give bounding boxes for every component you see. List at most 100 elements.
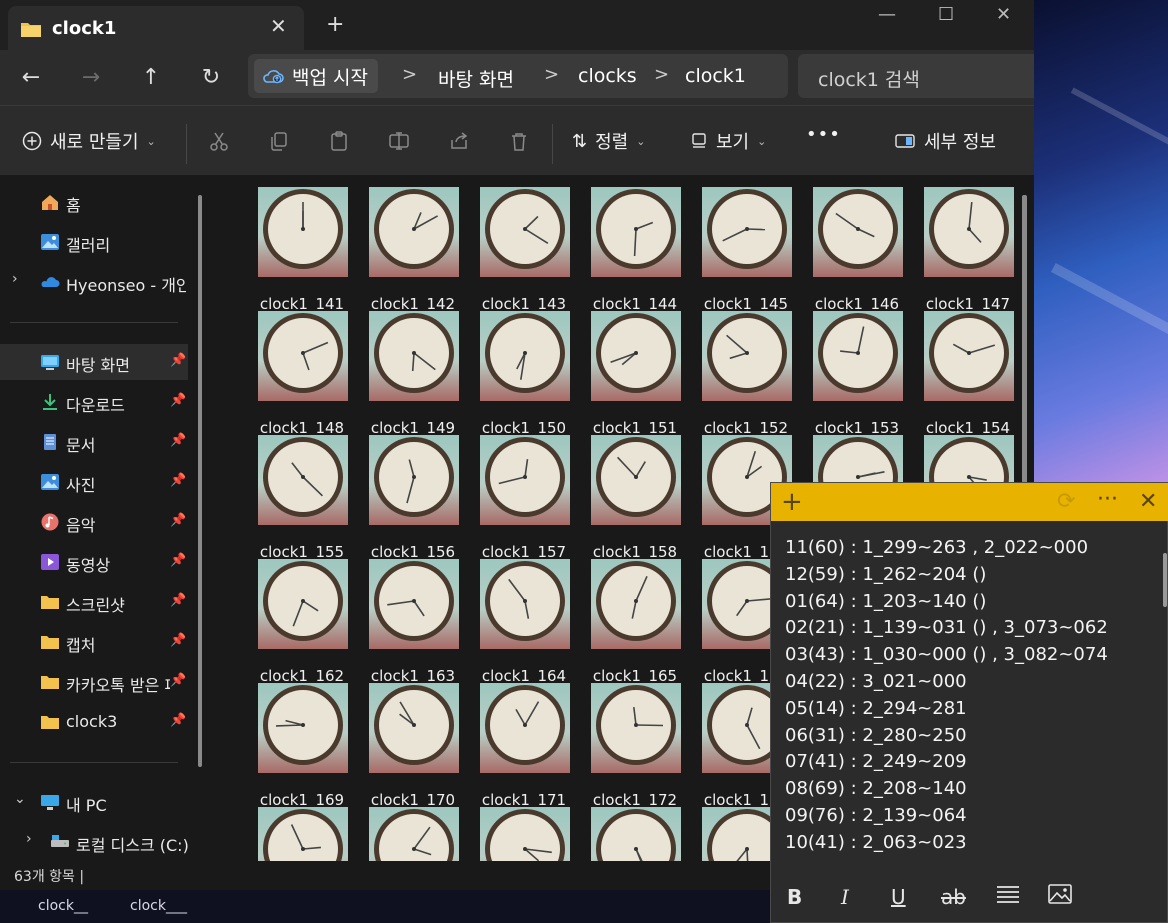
file-item[interactable]: clock1_170 [351, 683, 461, 809]
search-box[interactable]: clock1 검색 [798, 54, 1034, 98]
sticky-note-text[interactable]: 11(60) : 1_299~263 , 2_022~000 12(59) : 1… [785, 537, 1155, 859]
pin-icon[interactable]: 📌 [170, 633, 186, 648]
sidebar-item-documents[interactable]: 문서 📌 [0, 424, 188, 460]
sidebar-item-captures[interactable]: 캡처 📌 [0, 624, 188, 660]
pin-icon[interactable]: 📌 [170, 433, 186, 448]
file-item[interactable] [462, 807, 572, 861]
address-bar[interactable]: 백업 시작 > 바탕 화면 > clocks > clock1 [248, 54, 788, 98]
file-item[interactable]: clock1_144 [573, 187, 683, 313]
file-item[interactable]: clock1_163 [351, 559, 461, 685]
sidebar-item-gallery[interactable]: 갤러리 [0, 224, 188, 260]
file-item[interactable] [351, 807, 461, 861]
sidebar-item-home[interactable]: 홈 [0, 184, 188, 220]
sidebar-item-kakaotalk[interactable]: 카카오톡 받은 파일 📌 [0, 664, 188, 700]
sidebar-item-desktop[interactable]: 바탕 화면 📌 [0, 344, 188, 380]
sidebar-item-screenshots[interactable]: 스크린샷 📌 [0, 584, 188, 620]
share-icon[interactable] [446, 128, 472, 154]
file-item[interactable]: clock1_171 [462, 683, 572, 809]
file-item[interactable]: clock1_148 [240, 311, 350, 437]
bullet-list-icon[interactable] [995, 883, 1021, 910]
insert-image-icon[interactable] [1047, 883, 1073, 910]
add-note-icon[interactable]: + [781, 487, 803, 517]
cut-icon[interactable] [206, 128, 232, 154]
file-item[interactable]: clock1_169 [240, 683, 350, 809]
file-item[interactable]: clock1_172 [573, 683, 683, 809]
strikethrough-button[interactable]: ab [941, 885, 966, 909]
sidebar-item-music[interactable]: 음악 📌 [0, 504, 188, 540]
taskbar-item[interactable]: clock___ [130, 898, 187, 914]
view-button[interactable]: 보기 ⌄ [690, 128, 766, 154]
details-pane-button[interactable]: 세부 정보 [894, 128, 996, 154]
sidebar-item-clock3[interactable]: clock3 📌 [0, 704, 188, 740]
file-item[interactable]: clock1_147 [906, 187, 1016, 313]
breadcrumb-item-clock1[interactable]: clock1 [685, 65, 746, 87]
more-options-button[interactable]: ••• [806, 124, 841, 145]
file-item[interactable]: clock1_149 [351, 311, 461, 437]
file-item[interactable]: clock1_153 [795, 311, 905, 437]
file-item[interactable]: clock1_150 [462, 311, 572, 437]
file-item[interactable]: clock1_142 [351, 187, 461, 313]
sticky-note-scrollbar[interactable] [1163, 553, 1167, 607]
up-button[interactable]: ↑ [136, 62, 166, 92]
breadcrumb-item-backup[interactable]: 백업 시작 [254, 59, 378, 93]
sidebar-item-this-pc[interactable]: ⌄ 내 PC [0, 784, 188, 820]
file-item[interactable]: clock1_145 [684, 187, 794, 313]
pin-icon[interactable]: 📌 [170, 553, 186, 568]
taskbar-item[interactable]: clock__ [38, 898, 88, 914]
chevron-right-icon[interactable]: › [26, 831, 32, 847]
file-item[interactable] [573, 807, 683, 861]
file-item[interactable]: clock1_157 [462, 435, 572, 561]
sort-button[interactable]: ⇅ 정렬 ⌄ [572, 128, 645, 154]
file-item[interactable]: clock1_151 [573, 311, 683, 437]
sidebar-item-local-disk[interactable]: › 로컬 디스크 (C:) [14, 824, 214, 860]
italic-button[interactable]: I [841, 885, 849, 909]
paste-icon[interactable] [326, 128, 352, 154]
new-tab-button[interactable]: + [326, 12, 344, 37]
file-item[interactable]: clock1_165 [573, 559, 683, 685]
back-button[interactable]: ← [16, 62, 46, 92]
minimize-button[interactable]: — [878, 4, 896, 25]
file-item[interactable]: clock1_154 [906, 311, 1016, 437]
sidebar-scrollbar[interactable] [198, 195, 202, 767]
tab-clock1[interactable]: clock1 ✕ [8, 6, 304, 50]
file-item[interactable]: clock1_164 [462, 559, 572, 685]
file-item[interactable]: clock1_162 [240, 559, 350, 685]
bold-button[interactable]: B [787, 885, 802, 909]
forward-button[interactable]: → [76, 62, 106, 92]
sidebar-item-pictures[interactable]: 사진 📌 [0, 464, 188, 500]
pin-icon[interactable]: 📌 [170, 673, 186, 688]
copy-icon[interactable] [266, 128, 292, 154]
rename-icon[interactable] [386, 128, 412, 154]
pin-icon[interactable]: 📌 [170, 513, 186, 528]
file-item[interactable] [240, 807, 350, 861]
sidebar-item-videos[interactable]: 동영상 📌 [0, 544, 188, 580]
refresh-button[interactable]: ↻ [196, 62, 226, 92]
new-button[interactable]: 새로 만들기 ⌄ [22, 128, 156, 154]
pin-icon[interactable]: 📌 [170, 593, 186, 608]
maximize-button[interactable]: ☐ [938, 4, 954, 25]
pin-icon[interactable]: 📌 [170, 713, 186, 728]
underline-button[interactable]: U [891, 885, 906, 909]
pin-icon[interactable]: 📌 [170, 353, 186, 368]
file-item[interactable]: clock1_146 [795, 187, 905, 313]
file-item[interactable]: clock1_158 [573, 435, 683, 561]
chevron-right-icon[interactable]: › [12, 271, 18, 287]
file-item[interactable]: clock1_141 [240, 187, 350, 313]
sidebar-item-onedrive[interactable]: › Hyeonseo - 개인 [0, 264, 188, 300]
delete-icon[interactable] [506, 128, 532, 154]
close-tab-icon[interactable]: ✕ [270, 14, 287, 38]
pin-icon[interactable]: 📌 [170, 393, 186, 408]
sync-icon[interactable]: ⟳ [1057, 489, 1075, 514]
sidebar-item-downloads[interactable]: 다운로드 📌 [0, 384, 188, 420]
breadcrumb-item-desktop[interactable]: 바탕 화면 [438, 65, 514, 92]
chevron-down-icon[interactable]: ⌄ [14, 791, 26, 807]
file-item[interactable]: clock1_156 [351, 435, 461, 561]
file-item[interactable]: clock1_155 [240, 435, 350, 561]
file-item[interactable]: clock1_143 [462, 187, 572, 313]
pin-icon[interactable]: 📌 [170, 473, 186, 488]
breadcrumb-item-clocks[interactable]: clocks [578, 65, 637, 87]
more-options-icon[interactable]: ··· [1097, 487, 1118, 512]
close-window-button[interactable]: ✕ [996, 4, 1011, 25]
close-note-icon[interactable]: ✕ [1139, 489, 1157, 514]
file-item[interactable]: clock1_152 [684, 311, 794, 437]
